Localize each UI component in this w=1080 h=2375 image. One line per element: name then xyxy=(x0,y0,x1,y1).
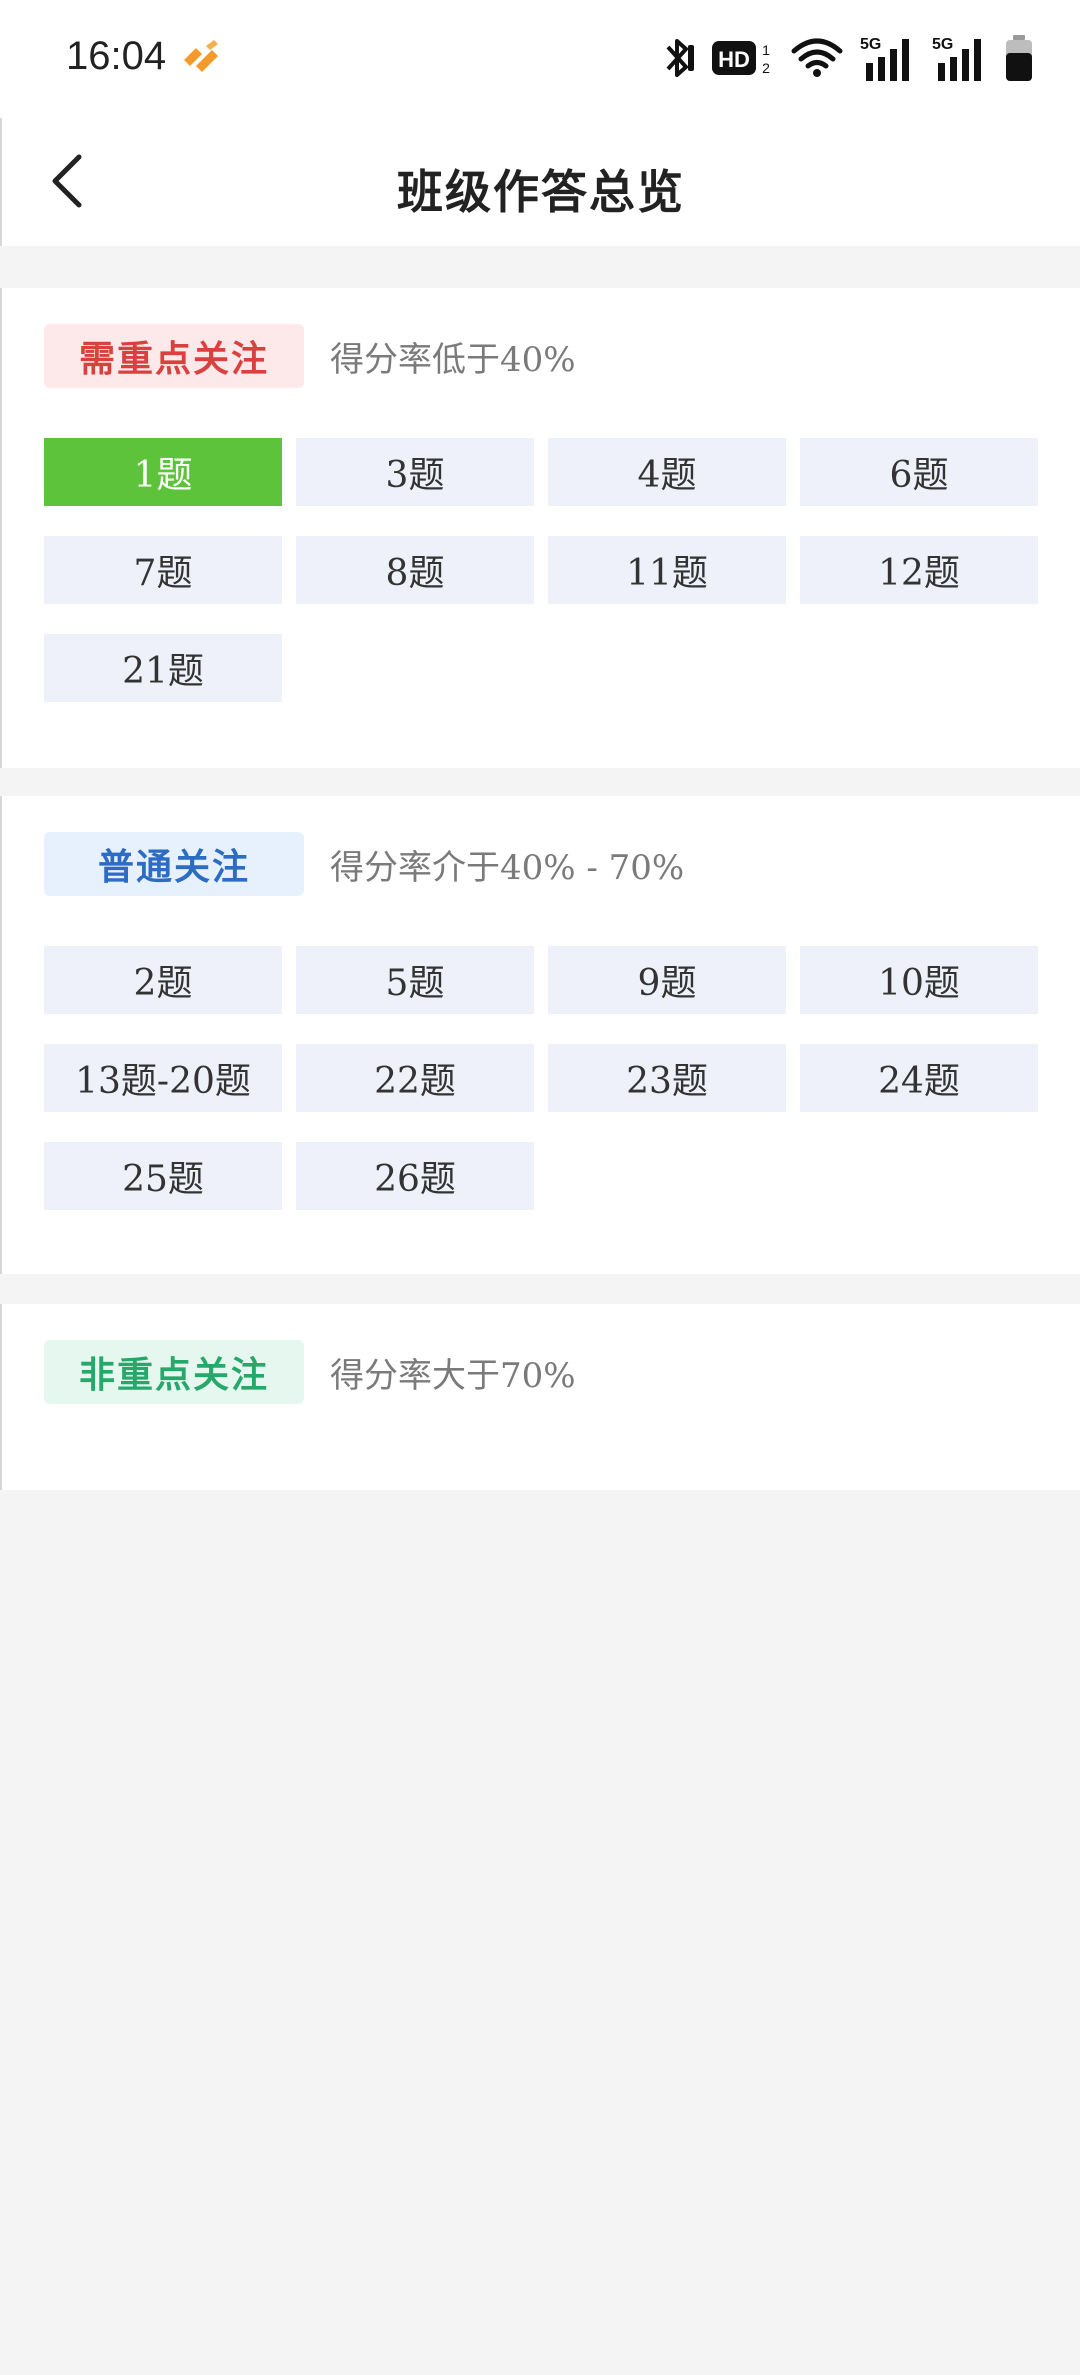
wifi-icon xyxy=(790,35,844,81)
battery-icon xyxy=(1004,33,1034,83)
section-header: 普通关注 得分率介于40% - 70% xyxy=(44,832,684,896)
5g-signal-icon: 5G xyxy=(860,33,916,83)
section-high-attention: 需重点关注 得分率低于40% 1题 3题 4题 6题 7题 8题 11题 12题… xyxy=(0,288,1080,768)
question-button[interactable]: 6题 xyxy=(800,438,1038,506)
network-label-1: 5G xyxy=(860,36,881,53)
section-description: 得分率大于70% xyxy=(330,1355,576,1396)
question-button[interactable]: 21题 xyxy=(44,634,282,702)
section-tag: 需重点关注 xyxy=(44,324,304,388)
section-description: 得分率介于40% - 70% xyxy=(330,847,685,888)
svg-text:2: 2 xyxy=(762,60,770,76)
5g-signal-icon: 5G xyxy=(932,33,988,83)
section-header: 非重点关注 得分率大于70% xyxy=(44,1340,576,1404)
status-icons: HD 1 2 5G 5G xyxy=(660,32,1034,84)
question-button[interactable]: 13题-20题 xyxy=(44,1044,282,1112)
network-label-2: 5G xyxy=(932,36,953,53)
question-button[interactable]: 7题 xyxy=(44,536,282,604)
question-button[interactable]: 1题 xyxy=(44,438,282,506)
app-badge-icon xyxy=(180,38,226,78)
question-button[interactable]: 25题 xyxy=(44,1142,282,1210)
hd-icon: HD 1 2 xyxy=(712,35,774,81)
question-grid: 1题 3题 4题 6题 7题 8题 11题 12题 21题 xyxy=(44,438,1042,702)
section-low-attention: 非重点关注 得分率大于70% xyxy=(0,1304,1080,1490)
question-button[interactable]: 5题 xyxy=(296,946,534,1014)
svg-text:1: 1 xyxy=(762,42,770,58)
question-button[interactable]: 4题 xyxy=(548,438,786,506)
section-tag: 非重点关注 xyxy=(44,1340,304,1404)
section-tag: 普通关注 xyxy=(44,832,304,896)
question-button[interactable]: 23题 xyxy=(548,1044,786,1112)
question-button[interactable]: 26题 xyxy=(296,1142,534,1210)
question-button[interactable]: 12题 xyxy=(800,536,1038,604)
question-button[interactable]: 24题 xyxy=(800,1044,1038,1112)
hd-label: HD xyxy=(718,47,750,72)
status-bar: 16:04 HD 1 2 5G 5G xyxy=(0,0,1080,118)
question-grid: 2题 5题 9题 10题 13题-20题 22题 23题 24题 25题 26题 xyxy=(44,946,1042,1210)
nav-bar: 班级作答总览 xyxy=(0,118,1080,246)
question-button[interactable]: 3题 xyxy=(296,438,534,506)
question-button[interactable]: 8题 xyxy=(296,536,534,604)
bluetooth-icon xyxy=(660,35,696,81)
question-button[interactable]: 10题 xyxy=(800,946,1038,1014)
question-button[interactable]: 9题 xyxy=(548,946,786,1014)
question-button[interactable]: 22题 xyxy=(296,1044,534,1112)
section-header: 需重点关注 得分率低于40% xyxy=(44,324,576,388)
page-title: 班级作答总览 xyxy=(397,165,685,219)
section-normal-attention: 普通关注 得分率介于40% - 70% 2题 5题 9题 10题 13题-20题… xyxy=(0,796,1080,1274)
question-button[interactable]: 2题 xyxy=(44,946,282,1014)
question-button[interactable]: 11题 xyxy=(548,536,786,604)
status-time: 16:04 xyxy=(66,34,167,78)
section-description: 得分率低于40% xyxy=(330,339,576,380)
